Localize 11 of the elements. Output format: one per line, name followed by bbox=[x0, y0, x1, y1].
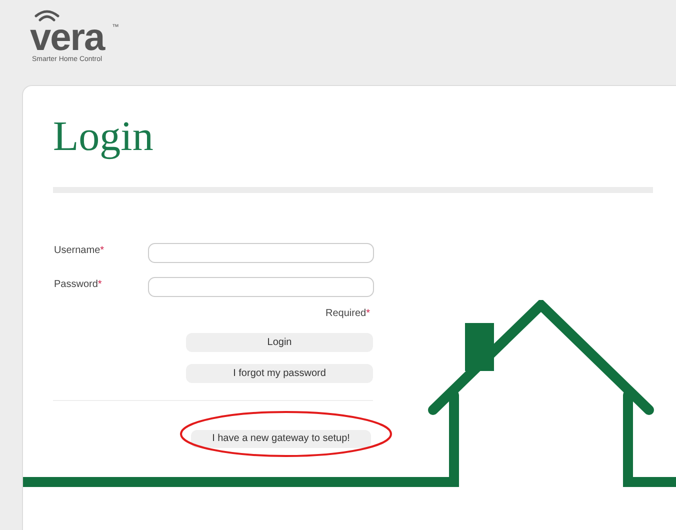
username-field[interactable] bbox=[148, 243, 374, 263]
required-note: Required* bbox=[326, 307, 370, 321]
logo-wordmark: vera bbox=[30, 22, 104, 54]
login-button[interactable]: Login bbox=[186, 333, 373, 352]
setup-gateway-button[interactable]: I have a new gateway to setup! bbox=[191, 430, 371, 448]
wifi-signal-icon bbox=[34, 10, 60, 22]
field-label: Password* bbox=[54, 278, 102, 292]
field-label: Username* bbox=[54, 244, 104, 258]
password-field[interactable] bbox=[148, 277, 374, 297]
forgot-password-button[interactable]: I forgot my password bbox=[186, 364, 373, 383]
page-title: Login bbox=[53, 113, 154, 162]
